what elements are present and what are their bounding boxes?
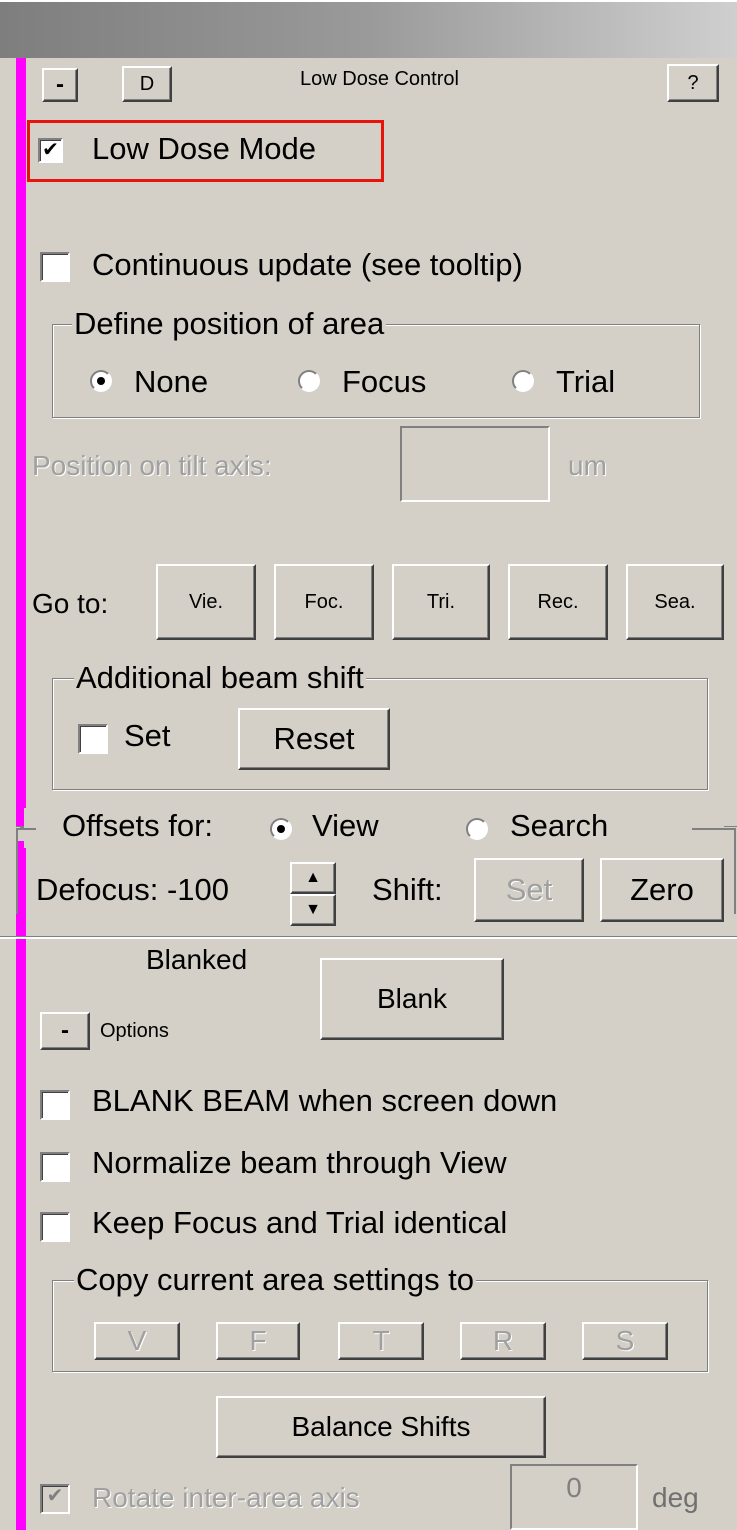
tilt-axis-unit: um [568,450,607,481]
low-dose-mode-label: Low Dose Mode [92,131,317,166]
copy-to-trial-button[interactable]: T [338,1322,424,1360]
beam-shift-set-label: Set [124,718,171,753]
top-edge [0,0,737,2]
options-collapse-button[interactable]: - [40,1012,90,1050]
area-radio-none[interactable] [90,370,112,392]
offsets-radio-search[interactable] [466,818,488,840]
defocus-up-button[interactable]: ▲ [290,862,336,894]
offsets-left-edge [16,828,18,914]
area-radio-focus[interactable] [298,370,320,392]
rotate-axis-label: Rotate inter-area axis [92,1482,360,1513]
beam-shift-reset-button[interactable]: Reset [238,708,390,770]
area-radio-trial[interactable] [512,370,534,392]
blank-button[interactable]: Blank [320,958,504,1040]
normalize-beam-label: Normalize beam through View [92,1145,507,1180]
offsets-right-edge [734,828,736,914]
shift-zero-button[interactable]: Zero [600,858,724,922]
define-area-legend: Define position of area [72,306,387,342]
tilt-axis-input[interactable] [400,426,550,502]
offsets-label: Offsets for: [62,808,214,843]
section-divider [0,936,737,939]
accent-bar-bottom [16,840,26,1530]
panel-title: Low Dose Control [300,68,459,90]
beam-shift-set-checkbox[interactable] [78,724,108,754]
goto-record-button[interactable]: Rec. [508,564,608,640]
low-dose-mode-checkbox[interactable]: ✔ [38,138,63,163]
balance-shifts-button[interactable]: Balance Shifts [216,1396,546,1458]
copy-to-search-button[interactable]: S [582,1322,668,1360]
rotate-axis-checkbox[interactable]: ✔ [40,1484,70,1514]
accent-bar-top [16,58,26,826]
blank-status: Blanked [146,944,248,975]
beam-shift-legend: Additional beam shift [74,660,366,696]
copy-settings-legend: Copy current area settings to [74,1262,477,1298]
panel-title-bar [0,0,737,58]
goto-focus-button[interactable]: Foc. [274,564,374,640]
defocus-down-button[interactable]: ▼ [290,894,336,926]
blank-beam-checkbox[interactable] [40,1090,70,1120]
tilt-axis-label: Position on tilt axis: [32,450,272,481]
offsets-top-right [692,828,736,830]
collapse-button[interactable]: - [42,68,78,102]
area-option-trial: Trial [556,364,616,399]
blank-beam-label: BLANK BEAM when screen down [92,1083,558,1118]
copy-to-focus-button[interactable]: F [216,1322,300,1360]
goto-view-button[interactable]: Vie. [156,564,256,640]
options-label: Options [100,1020,169,1042]
continuous-update-checkbox[interactable] [40,252,70,282]
keep-focus-label: Keep Focus and Trial identical [92,1205,508,1240]
low-dose-panel: - D Low Dose Control ? ✔ Low Dose Mode C… [0,0,737,1530]
offsets-option-search: Search [510,808,609,843]
rotate-axis-input[interactable]: 0 [510,1464,638,1530]
area-option-none: None [134,364,209,399]
copy-to-record-button[interactable]: R [460,1322,546,1360]
goto-search-button[interactable]: Sea. [626,564,724,640]
shift-set-button[interactable]: Set [474,858,584,922]
d-button[interactable]: D [122,66,172,102]
offsets-option-view: View [312,808,379,843]
help-button[interactable]: ? [667,64,719,102]
continuous-update-label: Continuous update (see tooltip) [92,247,523,282]
defocus-label: Defocus: -100 [36,872,229,907]
goto-trial-button[interactable]: Tri. [392,564,490,640]
area-option-focus: Focus [342,364,427,399]
normalize-beam-checkbox[interactable] [40,1152,70,1182]
goto-label: Go to: [32,588,109,619]
offsets-radio-view[interactable] [270,818,292,840]
rotate-axis-unit: deg [652,1482,699,1513]
keep-focus-checkbox[interactable] [40,1212,70,1242]
offsets-top-left [16,828,36,830]
copy-to-view-button[interactable]: V [94,1322,180,1360]
shift-label: Shift: [372,872,443,907]
